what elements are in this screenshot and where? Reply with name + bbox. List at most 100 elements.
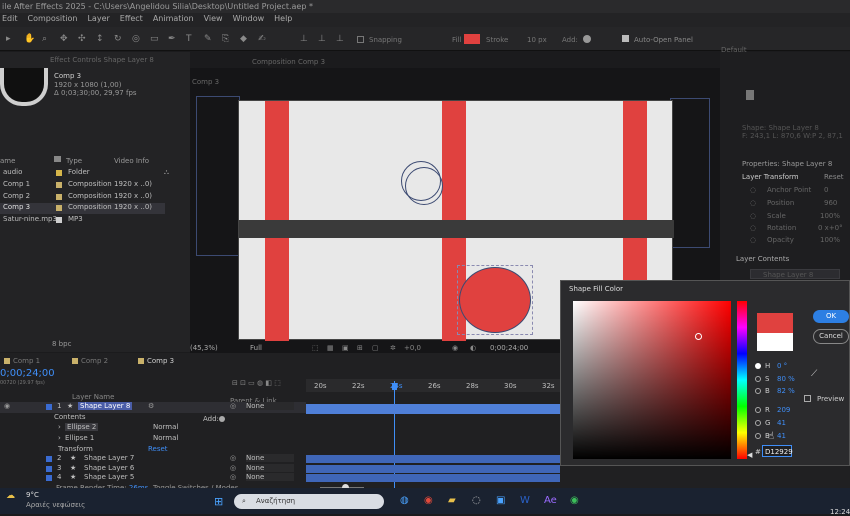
add-shape-icon[interactable] (583, 35, 591, 43)
timeline-switches-icons[interactable]: ⊟ ⊡ ▭ ◍ ◧ ⬚ (232, 379, 281, 387)
timeline-tab-comp-1[interactable]: Comp 1 (4, 357, 40, 365)
viewer-timecode[interactable]: 0;00;24;00 (490, 344, 528, 352)
eraser-tool-icon[interactable]: ◆ (240, 35, 249, 44)
dark-horizontal-bar[interactable] (239, 220, 674, 238)
pen-tool-icon[interactable]: ✒ (168, 35, 177, 44)
roto-tool-icon[interactable]: ✍ (258, 35, 267, 44)
axis-world-icon[interactable]: ⊥ (318, 35, 327, 44)
axis-local-icon[interactable]: ⊥ (300, 35, 309, 44)
menu-view[interactable]: View (204, 14, 223, 26)
weather-desc[interactable]: Αραιές νεφώσεις (26, 501, 85, 509)
prop-rotation[interactable]: ◌ Rotation 0 x+0° (720, 224, 850, 235)
hand-tool-icon[interactable]: ✋ (24, 35, 35, 44)
taskbar-search[interactable]: ⌕ Αναζήτηση (234, 494, 384, 509)
menu-layer[interactable]: Layer (87, 14, 109, 26)
zoom-tool-icon[interactable]: ⌕ (42, 35, 51, 44)
ellipse-2-row[interactable]: › Ellipse 2 Normal (0, 423, 230, 434)
green-row[interactable]: G 41 (755, 419, 805, 430)
app-icon[interactable]: ◌ (472, 495, 481, 506)
prop-position[interactable]: ◌ Position 960 (720, 199, 850, 210)
hex-input[interactable]: D12929 (762, 445, 793, 457)
mask-visibility-icon[interactable]: ▣ (342, 344, 349, 352)
layer-bar-1[interactable] (306, 404, 560, 414)
store-icon[interactable]: ▣ (496, 495, 505, 506)
exposure-reset-icon[interactable]: ✲ (390, 344, 396, 352)
bpc-toggle[interactable]: 8 bpc (52, 340, 71, 348)
original-color-swatch[interactable] (757, 333, 793, 351)
prop-opacity[interactable]: ◌ Opacity 100% (720, 236, 850, 247)
clone-tool-icon[interactable]: ⎘ (222, 35, 231, 44)
time-ruler[interactable]: 20s 22s 24s 26s 28s 30s 32s (306, 379, 560, 392)
exposure-value[interactable]: +0,0 (404, 344, 421, 352)
menu-help[interactable]: Help (274, 14, 292, 26)
dolly-tool-icon[interactable]: ↕ (96, 35, 105, 44)
orbit-tool-icon[interactable]: ✥ (60, 35, 69, 44)
layer-bar-3[interactable] (306, 465, 560, 473)
transform-group[interactable]: Transform (58, 445, 93, 453)
column-video-info[interactable]: Video Info (114, 157, 149, 165)
column-name[interactable]: ame (0, 157, 15, 165)
menu-effect[interactable]: Effect (120, 14, 143, 26)
snapping-checkbox[interactable] (357, 36, 364, 43)
menu-animation[interactable]: Animation (153, 14, 194, 26)
layer-label-color[interactable] (46, 404, 52, 410)
saturation-brightness-field[interactable] (573, 301, 731, 459)
project-item-audio[interactable]: audio Folder (0, 168, 190, 179)
type-tool-icon[interactable]: T (186, 35, 195, 44)
layer-contents-heading[interactable]: Layer Contents (736, 255, 789, 263)
windows-start-icon[interactable]: ⊞ (214, 495, 223, 508)
hue-slider[interactable] (737, 301, 747, 459)
channel-icon[interactable]: ▢ (372, 344, 379, 352)
column-layer-name[interactable]: Layer Name (72, 393, 114, 401)
contents-group[interactable]: Contents (54, 413, 86, 421)
red-row[interactable]: R 209 (755, 406, 805, 417)
menu-composition[interactable]: Composition (28, 14, 78, 26)
zoom-dropdown[interactable]: (45,3%) (190, 344, 218, 352)
weather-icon[interactable]: ☁ (6, 491, 15, 501)
composition-tab[interactable]: Composition Comp 3 (252, 58, 325, 66)
saturation-row[interactable]: S 80 % (755, 375, 805, 386)
after-effects-icon[interactable]: Ae (544, 495, 557, 506)
brush-tool-icon[interactable]: ✎ (204, 35, 213, 44)
layer-transform-heading[interactable]: Layer Transform (742, 173, 799, 181)
content-item[interactable]: Shape Layer 8 (750, 269, 840, 279)
camera-tool-icon[interactable]: ◎ (132, 35, 141, 44)
whatsapp-icon[interactable]: ◉ (570, 495, 579, 506)
layer-bar-4[interactable] (306, 474, 560, 482)
transparency-grid-icon[interactable]: ▦ (327, 344, 334, 352)
guides-icon[interactable]: ⊞ (357, 344, 363, 352)
folder-icon[interactable]: ▰ (448, 495, 456, 506)
ok-button[interactable]: OK (813, 310, 849, 323)
fill-color-swatch[interactable] (464, 34, 480, 44)
menu-window[interactable]: Window (233, 14, 265, 26)
snapshot-icon[interactable]: ◉ (452, 344, 458, 352)
effect-controls-tab[interactable]: Effect Controls Shape Layer 8 (50, 56, 154, 64)
project-item-comp-2[interactable]: Comp 2 Composition 1920 x ..0) (0, 192, 190, 203)
layer-name-field[interactable]: Shape Layer 8 (78, 402, 133, 410)
resolution-dropdown[interactable]: Full (250, 344, 262, 352)
hue-row[interactable]: H0 ° (755, 362, 805, 373)
project-item-comp-1[interactable]: Comp 1 Composition 1920 x ..0) (0, 180, 190, 191)
transform-reset-button[interactable]: Reset (824, 173, 844, 181)
pan-tool-icon[interactable]: ✣ (78, 35, 87, 44)
playhead-handle[interactable] (392, 383, 397, 390)
auto-open-checkbox[interactable] (622, 35, 629, 42)
ellipse-1-row[interactable]: › Ellipse 1 Normal (0, 434, 230, 445)
preview-checkbox[interactable] (804, 395, 811, 402)
selection-tool-icon[interactable]: ▸ (6, 35, 15, 44)
eyedropper-icon[interactable]: ⟋ (811, 369, 817, 379)
blue-row[interactable]: B 41 (755, 432, 805, 443)
taskbar-clock[interactable]: 12:24 (830, 508, 850, 516)
chrome-icon[interactable]: ◉ (424, 495, 433, 506)
column-type[interactable]: Type (66, 157, 82, 165)
layer-bar-2[interactable] (306, 455, 560, 463)
axis-view-icon[interactable]: ⊥ (336, 35, 345, 44)
word-icon[interactable]: W (520, 495, 530, 506)
weather-temp[interactable]: 9°C (26, 491, 39, 499)
timeline-tab-comp-2[interactable]: Comp 2 (72, 357, 108, 365)
ellipse-outline-2[interactable] (405, 167, 443, 205)
menu-edit[interactable]: Edit (2, 14, 18, 26)
cancel-button[interactable]: Cancel (813, 329, 849, 344)
region-of-interest-icon[interactable]: ⬚ (312, 344, 319, 352)
rectangle-tool-icon[interactable]: ▭ (150, 35, 159, 44)
